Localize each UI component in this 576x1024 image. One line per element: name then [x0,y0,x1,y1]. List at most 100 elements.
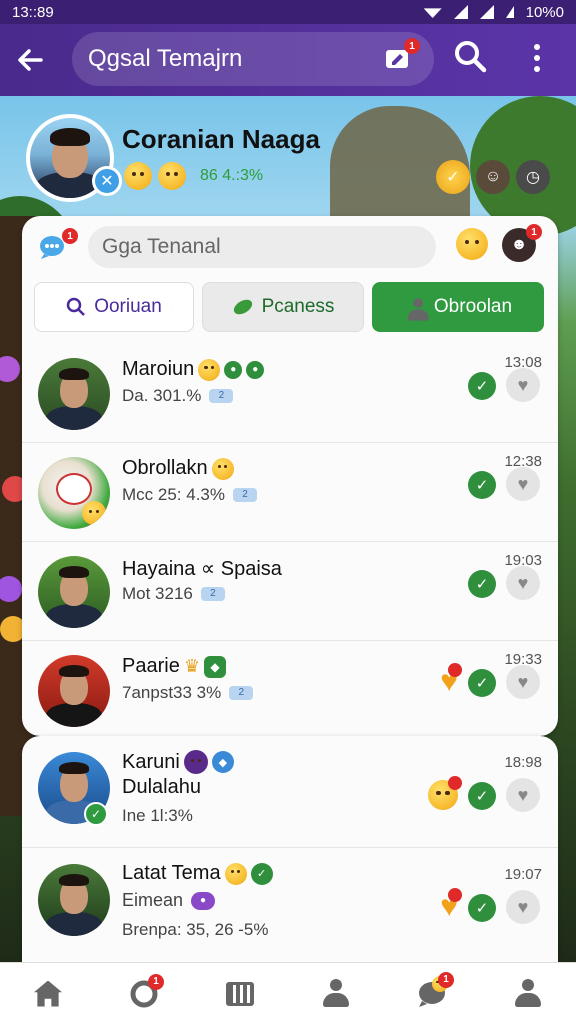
signal-icon [505,6,514,18]
more-menu-button[interactable] [522,38,552,78]
tab-obroolan[interactable]: Obroolan [372,282,544,332]
profile-name: Coranian Naaga [122,124,320,154]
chat-row[interactable]: Maroiun ● ● Da. 301.% 2 13:08 ✓ ♥ [22,344,558,443]
status-text: Da. 301.% [122,386,202,405]
laugh-emoji-icon [183,750,208,774]
card-search-row: 1 Gga Tenanal ☻ 1 [22,216,558,280]
search-icon [455,41,487,73]
check-icon: ✓ [475,675,489,692]
nav-chat[interactable]: 1 [122,972,166,1016]
account-icon [513,978,543,1009]
chat-list: Maroiun ● ● Da. 301.% 2 13:08 ✓ ♥ Obroll… [22,344,558,736]
heart-icon: ♥ [517,572,529,593]
check-icon: ✓ [475,900,489,917]
search-button[interactable] [452,38,492,78]
like-button[interactable]: ♥ [506,566,540,600]
like-button[interactable]: ♥ [506,665,540,699]
signal-icon [453,5,468,19]
contact-name: Obrollakn [122,457,234,480]
heart-reaction-button[interactable]: ♥ [440,663,462,697]
contact-name: Hayaina ∝ Spaisa [122,556,282,581]
shop-icon [226,981,254,1006]
nav-profile[interactable] [314,972,358,1016]
check-icon: ✓ [475,477,489,494]
person-icon [406,298,429,321]
timer-emoji-icon[interactable]: ◷ [516,160,550,194]
tab-ooriuan[interactable]: Ooriuan [34,282,194,332]
accept-button[interactable]: ✓ [468,894,496,922]
wink-emoji-icon[interactable]: ✓ [436,160,470,194]
ghost-mascot-icon [56,473,92,505]
avatar-body [46,703,102,727]
heart-icon: ♥ [517,896,529,917]
heart-reaction-button[interactable]: ♥ [440,888,462,922]
count-badge: 2 [229,686,254,700]
nav-emoji-chat[interactable]: 1 [410,971,454,1016]
chat-row[interactable]: Latat Tema ✓ Eimean ● Brenpa: 35, 26 -5%… [22,848,558,960]
nav-home[interactable] [26,972,70,1016]
chat-row[interactable]: Hayaina ∝ Spaisa Mot 3216 2 19:03 ✓ ♥ [22,542,558,641]
smile-emoji-icon [211,457,234,480]
heart-icon: ♥ [517,671,529,692]
notification-badge: 1 [404,38,420,54]
contact-name-text: Maroiun [122,358,195,380]
check-icon: ✓ [475,576,489,593]
like-button[interactable]: ♥ [506,467,540,501]
like-button[interactable]: ♥ [506,368,540,402]
avatar-button[interactable]: ☻ 1 [502,224,542,262]
chat-bubble-button[interactable]: 1 [38,228,78,260]
notification-dot [448,663,462,677]
avatar-hair [59,566,89,578]
status-text: Ine 1l:3% [122,806,193,825]
chat-row[interactable]: Paarie ♛ ◆ 7anpst33 3% 2 19:33 ♥ ✓ ♥ [22,641,558,736]
back-button[interactable] [0,30,60,90]
header-reactions: ✓ ☺ ◷ [436,160,550,194]
accept-button[interactable]: ✓ [468,372,496,400]
grin-emoji-icon[interactable]: ☺ [476,160,510,194]
chat-card-secondary: ✓ Karuni ◆ Dulalahu Ine 1l:3% 18:98 ✓ ♥ … [22,736,558,962]
accept-button[interactable]: ✓ [468,570,496,598]
contact-name-text: Paarie [122,655,180,677]
accept-button[interactable]: ✓ [468,782,496,810]
contact-name: Latat Tema ✓ [122,862,273,885]
avatar-hair [59,762,89,774]
status-text: Mcc 25: 4.3% [122,485,225,504]
contact-name-text: Karuni [122,750,180,773]
like-button[interactable]: ♥ [506,778,540,812]
like-button[interactable]: ♥ [506,890,540,924]
nav-shop[interactable] [218,972,262,1016]
profile-edit-badge[interactable]: ✕ [92,166,122,196]
contact-status: 7anpst33 3% 2 [122,683,254,703]
chat-search-input[interactable]: Gga Tenanal [88,226,436,268]
search-bar[interactable]: Qgsal Temajrn 1 [72,32,434,86]
avatar-body [46,912,102,936]
emoji-button[interactable] [456,228,488,265]
nav-account[interactable] [506,972,550,1016]
message-time: 19:07 [504,866,542,883]
verified-icon: ● [224,360,243,379]
check-icon: ✓ [475,788,489,805]
accept-button[interactable]: ✓ [468,669,496,697]
avatar-hair [50,128,90,146]
notification-dot [448,888,462,902]
tab-bar: Ooriuan Pcaness Obroolan [34,282,546,332]
message-edit-button[interactable]: 1 [384,38,420,72]
chat-row[interactable]: Obrollakn Mcc 25: 4.3% 2 12:38 ✓ ♥ [22,443,558,542]
status-text: Mot 3216 [122,584,193,603]
contact-name: Karuni ◆ [122,750,234,774]
status-bar: 13::89 10%0 [0,0,576,24]
avatar-hair [59,368,89,380]
contact-name-text: Obrollakn [122,457,208,479]
contact-avatar [38,655,110,727]
notification-dot [448,776,462,790]
avatar-body [46,604,102,628]
contact-status: Da. 301.% 2 [122,386,234,406]
notification-badge: 1 [438,971,454,988]
contact-status: Mcc 25: 4.3% 2 [122,485,257,505]
tab-pcaness[interactable]: Pcaness [202,282,364,332]
accept-button[interactable]: ✓ [468,471,496,499]
contact-avatar [38,864,110,936]
emoji-reaction-button[interactable] [428,776,462,815]
chat-row[interactable]: ✓ Karuni ◆ Dulalahu Ine 1l:3% 18:98 ✓ ♥ [22,736,558,848]
phone-icon [233,299,252,315]
